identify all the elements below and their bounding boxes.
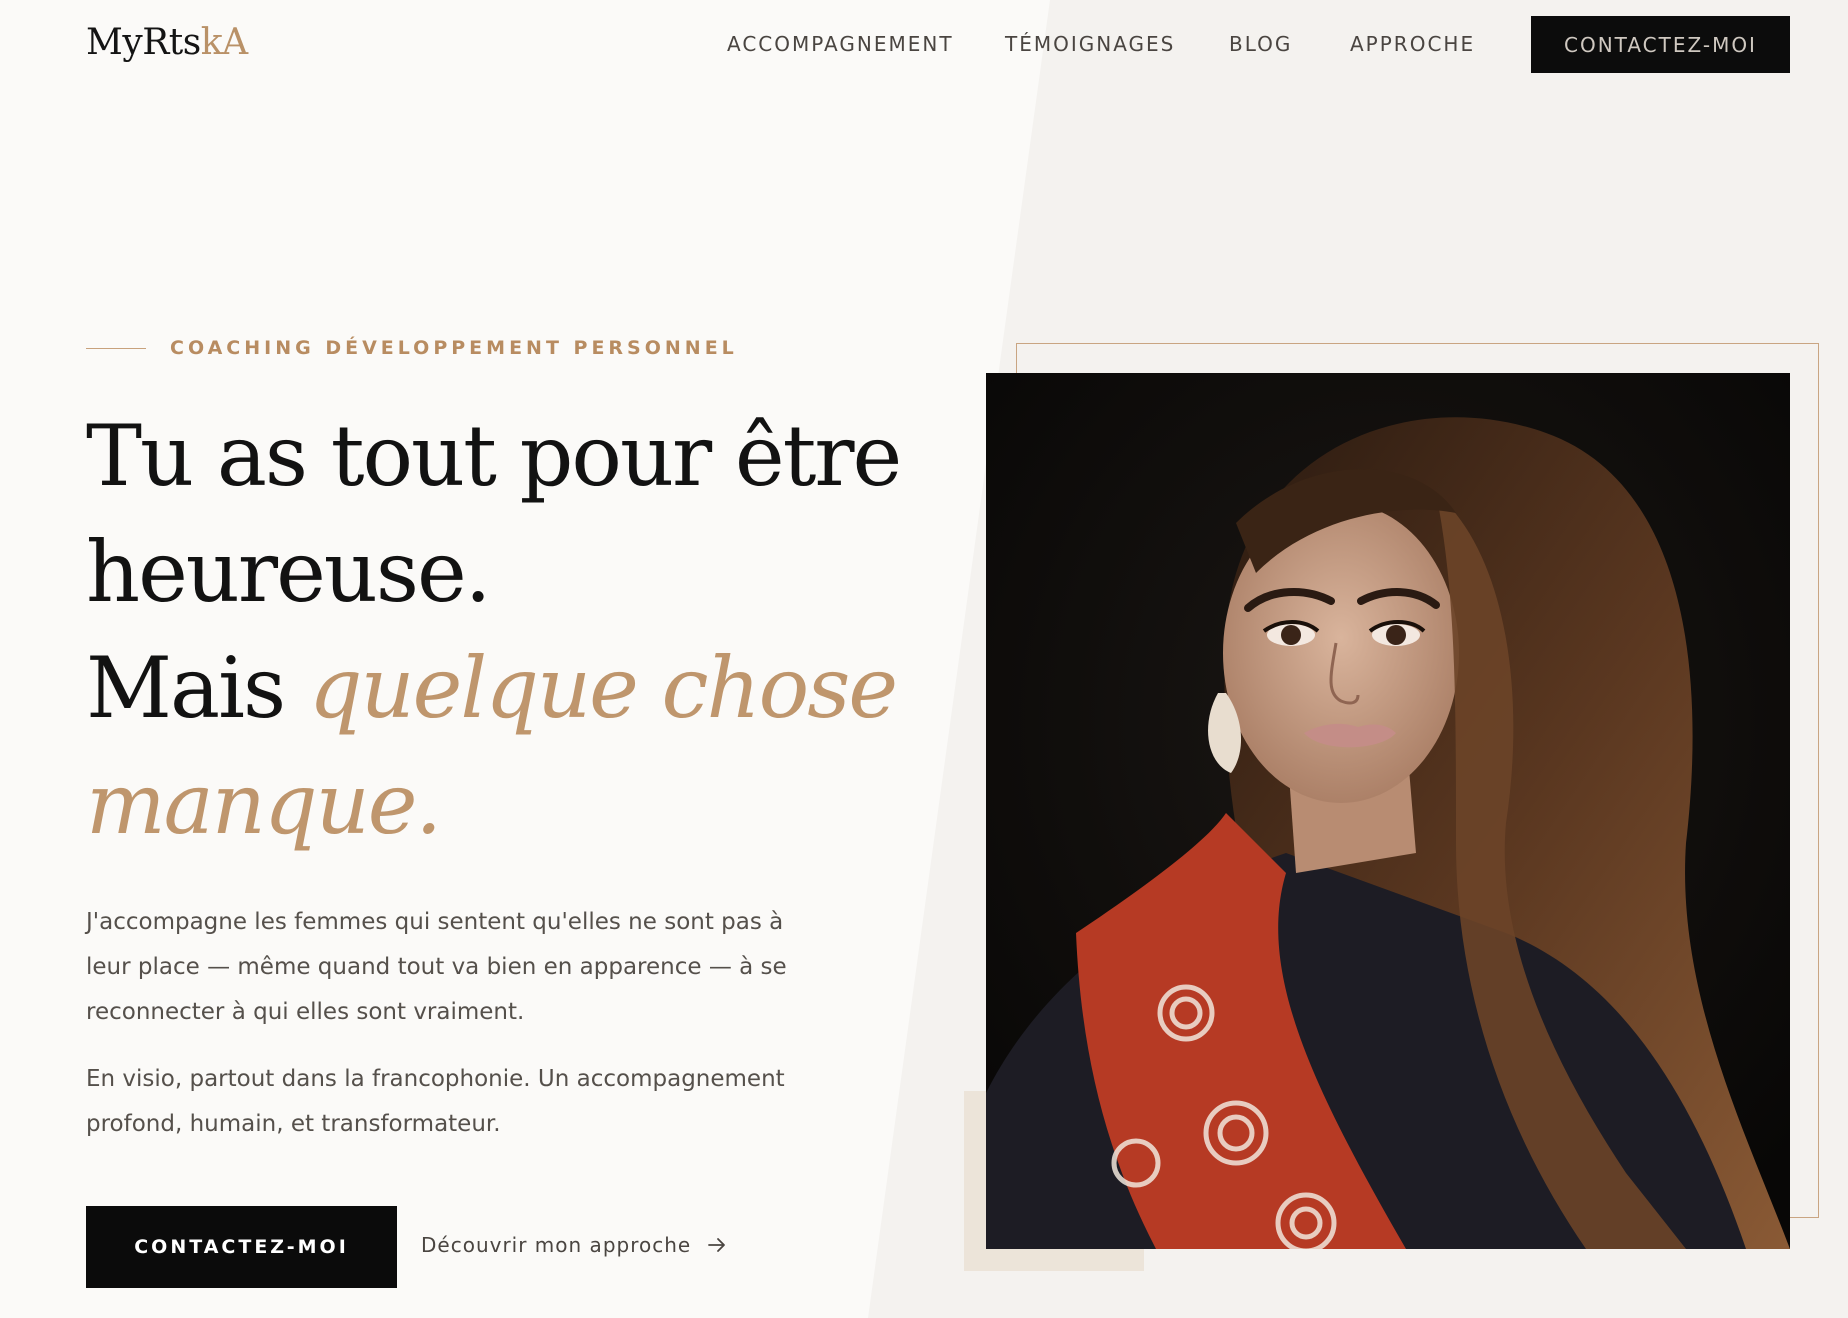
headline-line-1: Tu as tout pour être xyxy=(86,407,902,505)
logo-accent-text: kA xyxy=(200,22,248,63)
headline-line-4-accent: manque. xyxy=(86,755,442,853)
discover-approach-label: Découvrir mon approche xyxy=(421,1233,692,1257)
hero-headline: Tu as tout pour être heureuse. Mais quel… xyxy=(86,398,946,862)
nav-blog[interactable]: BLOG xyxy=(1229,32,1292,56)
nav-accompagnement[interactable]: ACCOMPAGNEMENT xyxy=(727,32,954,56)
header-contact-button[interactable]: CONTACTEZ-MOI xyxy=(1531,16,1790,73)
portrait-photo xyxy=(986,373,1790,1249)
logo[interactable]: MyRtskA xyxy=(86,22,248,63)
arrow-right-icon xyxy=(708,1238,726,1252)
nav-temoignages[interactable]: TÉMOIGNAGES xyxy=(1005,32,1175,56)
headline-line-3-accent: quelque chose xyxy=(308,639,898,737)
headline-line-3: Mais quelque chose xyxy=(86,630,946,746)
hero-contact-button[interactable]: CONTACTEZ-MOI xyxy=(86,1206,397,1288)
eyebrow-divider xyxy=(86,348,146,349)
nav-approche[interactable]: APPROCHE xyxy=(1350,32,1475,56)
hero-paragraph-2: En visio, partout dans la francophonie. … xyxy=(86,1066,785,1137)
headline-line-2: heureuse. xyxy=(86,523,491,621)
headline-line-3-plain: Mais xyxy=(86,639,309,737)
logo-main-text: MyRts xyxy=(86,22,201,63)
hero-paragraph-1: J'accompagne les femmes qui sentent qu'e… xyxy=(86,909,787,1025)
portrait-illustration xyxy=(986,373,1790,1249)
discover-approach-link[interactable]: Découvrir mon approche xyxy=(421,1233,727,1257)
hero-eyebrow: COACHING DÉVELOPPEMENT PERSONNEL xyxy=(170,337,738,359)
